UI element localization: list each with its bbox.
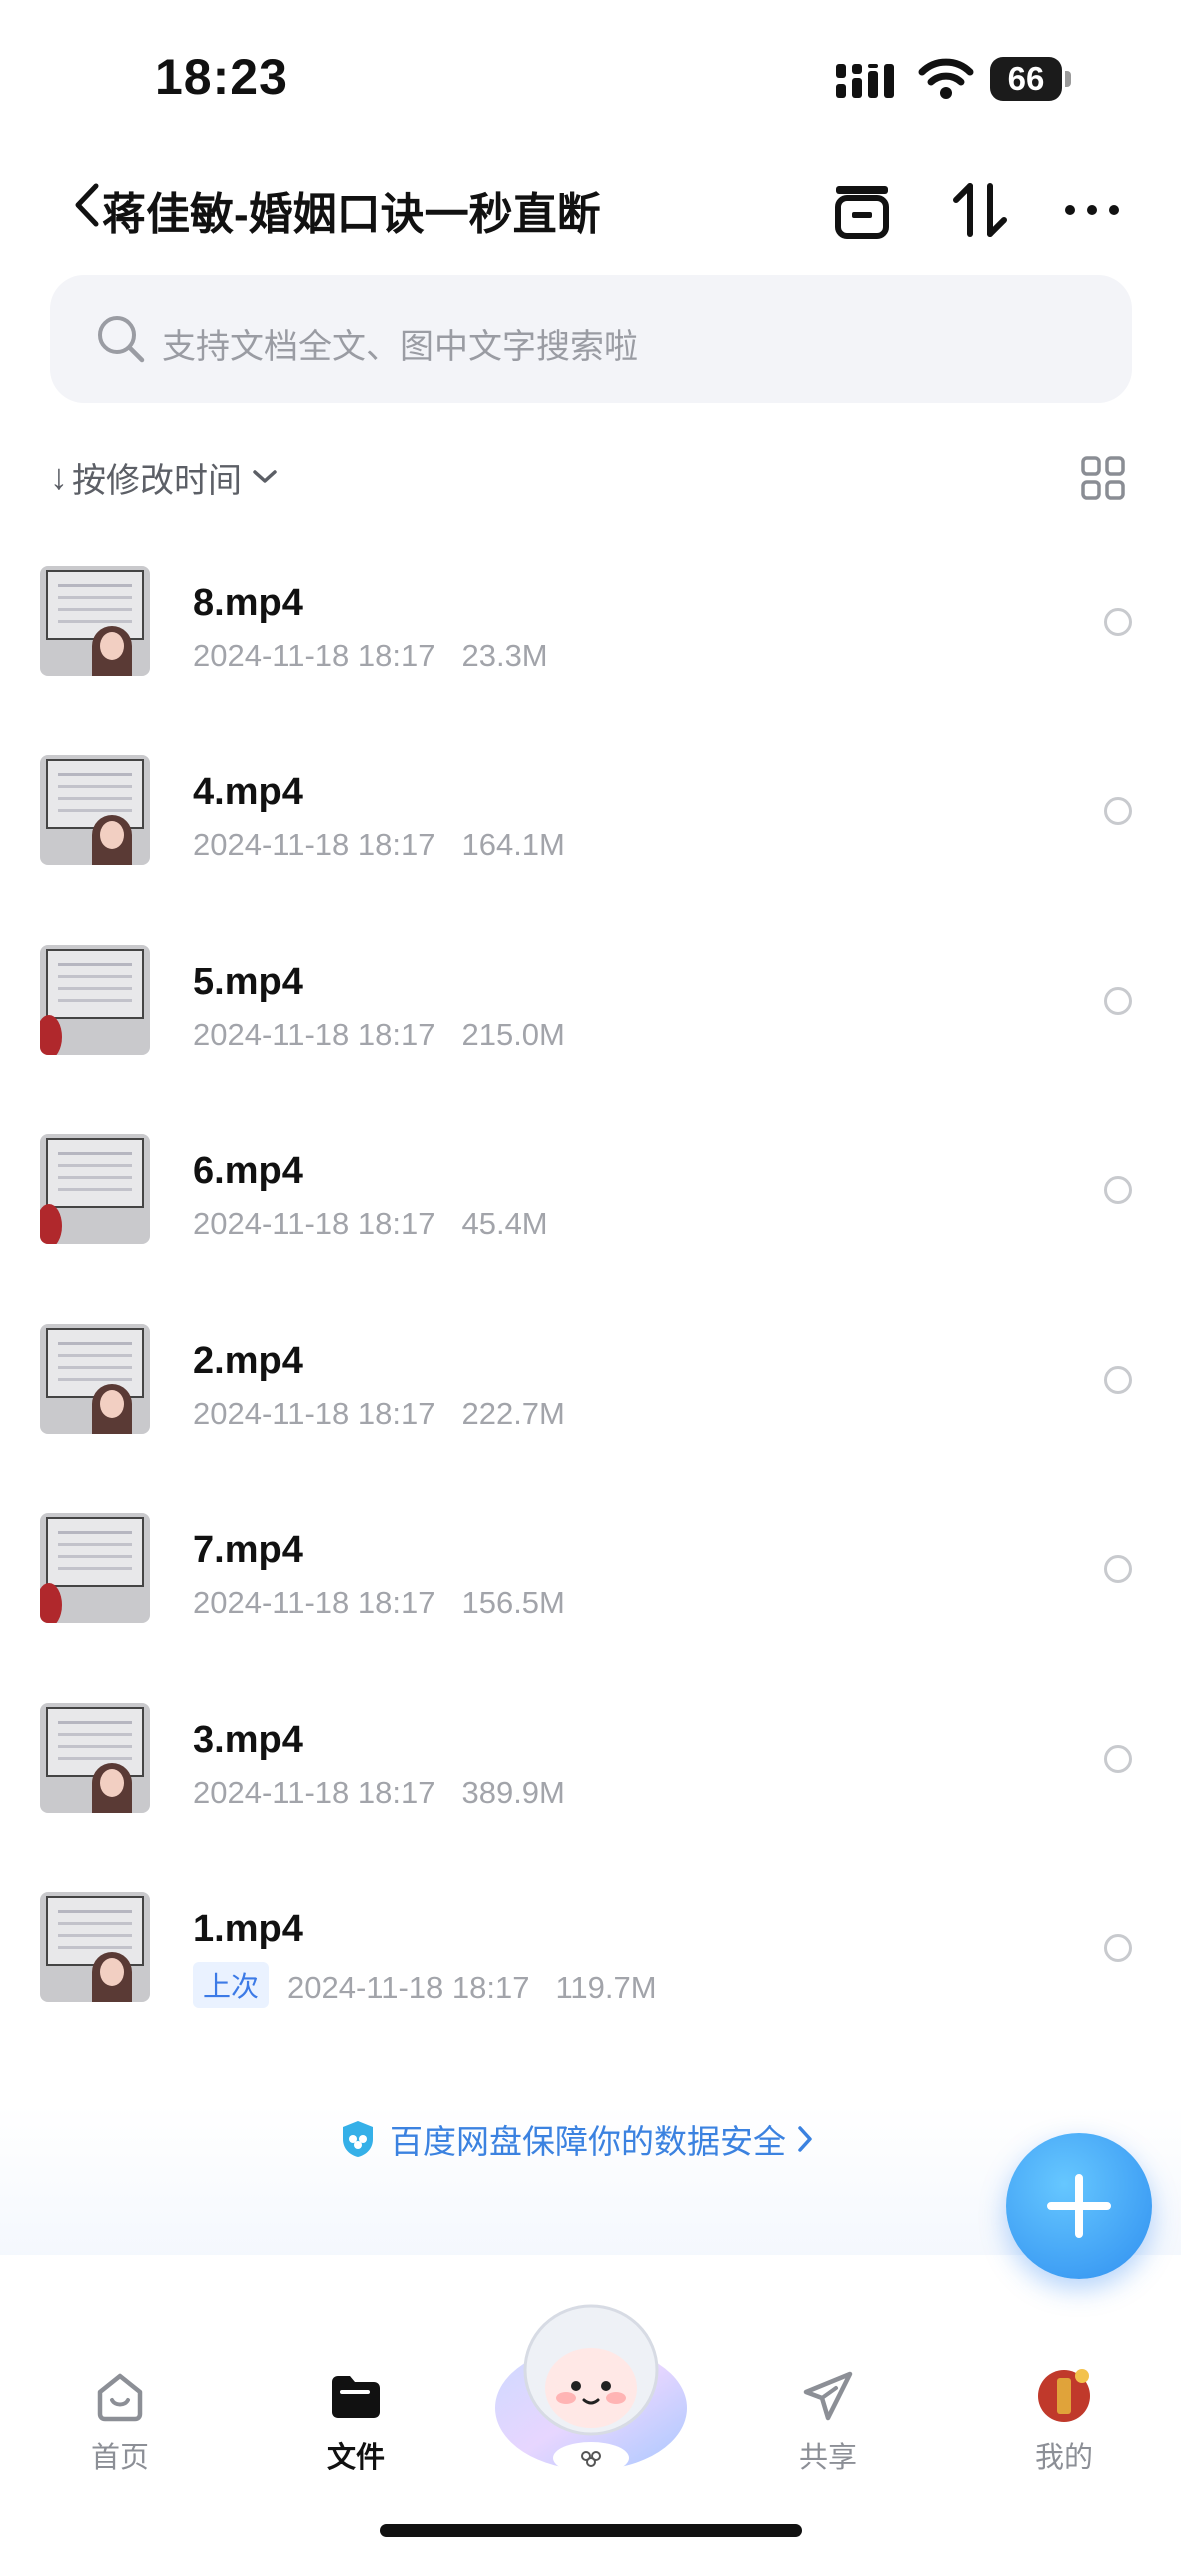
wifi-icon [918, 58, 974, 99]
video-thumbnail [40, 566, 150, 676]
file-meta: 2024-11-18 18:17 156.5M [193, 1585, 565, 1621]
file-row[interactable]: 5.mp4 2024-11-18 18:17 215.0M [0, 945, 1181, 1135]
file-meta: 2024-11-18 18:17 389.9M [193, 1775, 565, 1811]
file-row[interactable]: 6.mp4 2024-11-18 18:17 45.4M [0, 1134, 1181, 1324]
file-size: 222.7M [461, 1396, 565, 1431]
file-size: 156.5M [461, 1585, 565, 1620]
chevron-down-icon [253, 470, 277, 483]
video-thumbnail [40, 755, 150, 865]
file-date: 2024-11-18 18:17 [193, 1396, 436, 1431]
plus-icon [1047, 2174, 1111, 2238]
sort-label: 按修改时间 [72, 461, 242, 500]
folder-icon [332, 2376, 380, 2418]
video-thumbnail [40, 1513, 150, 1623]
select-checkbox[interactable] [1104, 1366, 1132, 1394]
shield-icon [343, 2121, 373, 2157]
file-name: 1.mp4 [193, 1908, 303, 1950]
file-name: 5.mp4 [193, 961, 303, 1003]
video-thumbnail [40, 1134, 150, 1244]
file-date: 2024-11-18 18:17 [193, 827, 436, 862]
file-meta: 上次 2024-11-18 18:17 119.7M [193, 1962, 657, 2010]
video-thumbnail [40, 1703, 150, 1813]
sort-arrows-icon[interactable] [948, 178, 1012, 242]
file-name: 3.mp4 [193, 1719, 303, 1761]
arrow-down-icon: ↓ [50, 456, 68, 497]
home-icon [97, 2373, 143, 2422]
select-checkbox[interactable] [1104, 1555, 1132, 1583]
search-placeholder: 支持文档全文、图中文字搜索啦 [162, 328, 638, 366]
select-checkbox[interactable] [1104, 1176, 1132, 1204]
file-meta: 2024-11-18 18:17 45.4M [193, 1206, 548, 1242]
file-date: 2024-11-18 18:17 [287, 1970, 530, 2005]
nav-files-label: 文件 [326, 2442, 385, 2474]
battery-icon: 66 [990, 57, 1074, 101]
nav-home[interactable]: 首页 [50, 2350, 190, 2474]
status-time: 18:23 [155, 49, 288, 105]
file-name: 8.mp4 [193, 582, 303, 624]
last-opened-badge: 上次 [193, 1962, 270, 2008]
file-size: 119.7M [555, 1970, 657, 2005]
file-size: 45.4M [461, 1206, 548, 1241]
nav-share[interactable]: 共享 [758, 2350, 898, 2474]
nav-home-label: 首页 [90, 2442, 149, 2474]
file-date: 2024-11-18 18:17 [193, 1206, 436, 1241]
file-size: 215.0M [461, 1017, 565, 1052]
cellular-signal-icon [836, 64, 894, 98]
trash-icon[interactable] [830, 178, 894, 242]
file-name: 6.mp4 [193, 1150, 303, 1192]
file-meta: 2024-11-18 18:17 164.1M [193, 827, 565, 863]
battery-level: 66 [990, 57, 1062, 101]
select-checkbox[interactable] [1104, 797, 1132, 825]
file-row[interactable]: 4.mp4 2024-11-18 18:17 164.1M [0, 755, 1181, 945]
nav-mine[interactable]: 我的 [994, 2350, 1134, 2474]
more-icon[interactable] [1060, 178, 1124, 242]
select-checkbox[interactable] [1104, 1745, 1132, 1773]
file-row[interactable]: 2.mp4 2024-11-18 18:17 222.7M [0, 1324, 1181, 1514]
paper-plane-icon [803, 2371, 853, 2421]
file-name: 4.mp4 [193, 771, 303, 813]
file-date: 2024-11-18 18:17 [193, 1775, 436, 1810]
home-indicator [380, 2524, 802, 2537]
sort-dropdown[interactable]: ↓ 按修改时间 [50, 452, 278, 502]
file-size: 23.3M [461, 638, 548, 673]
page-title: 蒋佳敏-婚姻口诀一秒直断 [102, 190, 601, 239]
file-name: 2.mp4 [193, 1340, 303, 1382]
video-thumbnail [40, 945, 150, 1055]
select-checkbox[interactable] [1104, 608, 1132, 636]
file-date: 2024-11-18 18:17 [193, 1585, 436, 1620]
add-button[interactable] [1006, 2133, 1152, 2279]
file-date: 2024-11-18 18:17 [193, 638, 436, 673]
safety-banner[interactable]: 百度网盘保障你的数据安全 [0, 2105, 1181, 2275]
chevron-right-icon [798, 2126, 812, 2152]
nav-mine-label: 我的 [1034, 2442, 1093, 2474]
file-date: 2024-11-18 18:17 [193, 1017, 436, 1052]
mascot-assistant-button[interactable] [488, 2290, 694, 2480]
video-thumbnail [40, 1324, 150, 1434]
file-name: 7.mp4 [193, 1529, 303, 1571]
avatar [1038, 2369, 1090, 2422]
safety-text: 百度网盘保障你的数据安全 [390, 2123, 786, 2160]
file-meta: 2024-11-18 18:17 23.3M [193, 638, 548, 674]
search-input[interactable]: 支持文档全文、图中文字搜索啦 [50, 275, 1132, 403]
nav-share-label: 共享 [798, 2442, 857, 2474]
video-thumbnail [40, 1892, 150, 2002]
select-checkbox[interactable] [1104, 987, 1132, 1015]
search-icon [98, 316, 145, 363]
file-row[interactable]: 3.mp4 2024-11-18 18:17 389.9M [0, 1703, 1181, 1893]
file-row[interactable]: 7.mp4 2024-11-18 18:17 156.5M [0, 1513, 1181, 1703]
file-row[interactable]: 8.mp4 2024-11-18 18:17 23.3M [0, 566, 1181, 756]
file-size: 164.1M [461, 827, 565, 862]
select-checkbox[interactable] [1104, 1934, 1132, 1962]
nav-files[interactable]: 文件 [286, 2350, 426, 2474]
file-meta: 2024-11-18 18:17 222.7M [193, 1396, 565, 1432]
file-row[interactable]: 1.mp4 上次 2024-11-18 18:17 119.7M [0, 1892, 1181, 2082]
file-meta: 2024-11-18 18:17 215.0M [193, 1017, 565, 1053]
grid-view-icon[interactable] [1080, 455, 1126, 501]
file-size: 389.9M [461, 1775, 565, 1810]
